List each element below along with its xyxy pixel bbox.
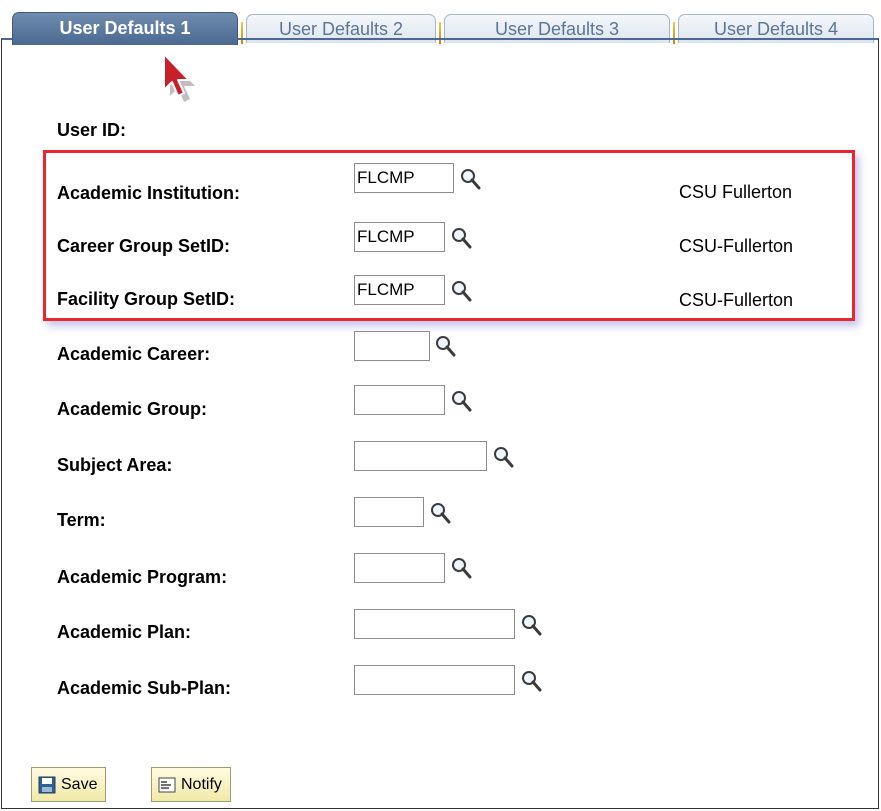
academic-career-input[interactable]: [354, 331, 430, 361]
term-label: Term:: [57, 510, 106, 530]
notify-icon: [158, 777, 176, 793]
academic-institution-description: CSU Fullerton: [679, 182, 793, 202]
magnifier-icon[interactable]: [429, 501, 451, 525]
term-input[interactable]: [354, 497, 424, 527]
academic-sub-plan-label: Academic Sub-Plan:: [57, 678, 232, 698]
academic-plan-label: Academic Plan:: [57, 622, 192, 642]
academic-program-input[interactable]: [354, 553, 445, 583]
academic-career-label: Academic Career:: [57, 344, 211, 364]
notify-button[interactable]: Notify: [151, 767, 231, 802]
save-button[interactable]: Save: [31, 767, 107, 802]
career-group-setid-description: CSU-Fullerton: [679, 236, 794, 256]
magnifier-icon[interactable]: [520, 613, 542, 637]
facility-group-setid-input[interactable]: [354, 275, 445, 305]
magnifier-icon[interactable]: [450, 389, 472, 413]
save-button-label: Save: [61, 776, 98, 793]
academic-institution-label: Academic Institution:: [57, 183, 241, 203]
career-group-setid-input[interactable]: [354, 222, 445, 252]
magnifier-icon[interactable]: [450, 556, 472, 580]
subject-area-label: Subject Area:: [57, 455, 173, 475]
magnifier-icon[interactable]: [492, 445, 514, 469]
facility-group-setid-description: CSU-Fullerton: [679, 290, 794, 310]
magnifier-icon[interactable]: [450, 226, 472, 250]
magnifier-icon[interactable]: [434, 334, 456, 358]
mouse-pointer-icon: [163, 53, 195, 102]
magnifier-icon[interactable]: [520, 669, 542, 693]
subject-area-input[interactable]: [354, 441, 487, 471]
magnifier-icon[interactable]: [459, 167, 481, 191]
tab-user-defaults-1[interactable]: User Defaults 1: [12, 12, 238, 45]
academic-group-label: Academic Group:: [57, 399, 208, 419]
academic-plan-input[interactable]: [354, 609, 515, 639]
save-disk-icon: [38, 776, 56, 794]
academic-program-label: Academic Program:: [57, 567, 228, 587]
academic-sub-plan-input[interactable]: [354, 665, 515, 695]
user-id-label: User ID:: [57, 120, 127, 140]
academic-group-input[interactable]: [354, 385, 445, 415]
magnifier-icon[interactable]: [450, 279, 472, 303]
notify-button-label: Notify: [181, 776, 222, 793]
academic-institution-input[interactable]: [354, 163, 454, 193]
career-group-setid-label: Career Group SetID:: [57, 236, 231, 256]
facility-group-setid-label: Facility Group SetID:: [57, 289, 236, 309]
